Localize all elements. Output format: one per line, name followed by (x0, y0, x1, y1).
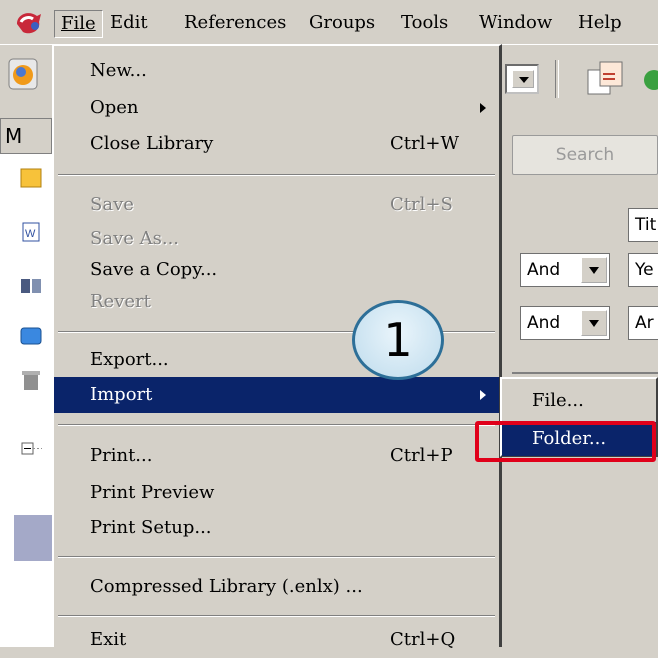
trash-icon[interactable] (20, 370, 42, 390)
search-field-2[interactable]: Ye (628, 253, 658, 287)
copy-references-icon[interactable] (585, 60, 625, 96)
svg-text:W: W (25, 228, 36, 240)
submenu-arrow-icon (480, 390, 486, 400)
submenu-arrow-icon (480, 103, 486, 113)
all-references-icon[interactable] (20, 168, 42, 188)
group-selection-bar (14, 515, 52, 561)
step-callout: 1 (352, 300, 444, 380)
menu-tools[interactable]: Tools (395, 10, 454, 36)
menu-item-open[interactable]: Open (54, 90, 499, 126)
search-operator-3[interactable]: And (520, 306, 610, 340)
menu-item-print-setup[interactable]: Print Setup... (54, 510, 499, 546)
menu-file[interactable]: File (54, 10, 103, 38)
menu-separator (58, 174, 495, 176)
menu-edit[interactable]: Edit (104, 10, 154, 36)
chevron-down-icon[interactable] (512, 70, 534, 88)
tab-my-library[interactable]: M (0, 118, 52, 154)
menu-references[interactable]: References (178, 10, 292, 36)
menu-bar: File Edit References Groups Tools Window… (0, 0, 658, 45)
menu-item-close-library[interactable]: Close Library Ctrl+W (54, 126, 499, 162)
annotation-highlight-box (475, 421, 656, 462)
menu-separator (58, 424, 495, 426)
search-field-3[interactable]: Ar (628, 306, 658, 340)
menu-item-save[interactable]: Save Ctrl+S (54, 187, 499, 223)
search-operator-2[interactable]: And (520, 253, 610, 287)
submenu-item-file[interactable]: File... (502, 384, 656, 418)
search-button[interactable]: Search (512, 135, 658, 175)
menu-groups[interactable]: Groups (303, 10, 381, 36)
group-folder-icon[interactable] (20, 326, 42, 346)
library-icon[interactable] (8, 58, 38, 90)
menu-separator (58, 556, 495, 558)
add-icon[interactable] (640, 68, 658, 92)
menu-item-save-a-copy[interactable]: Save a Copy... (54, 252, 499, 288)
endnote-app-icon[interactable] (15, 10, 43, 36)
toolbar-separator (555, 60, 559, 98)
pane-divider (512, 372, 658, 374)
menu-separator (58, 615, 495, 617)
collapse-icon[interactable] (20, 438, 42, 458)
menu-item-compressed-library[interactable]: Compressed Library (.enlx) ... (54, 569, 499, 605)
menu-item-print[interactable]: Print... Ctrl+P (54, 438, 499, 474)
chevron-down-icon[interactable] (581, 257, 607, 283)
menu-window[interactable]: Window (473, 10, 558, 36)
menu-item-exit[interactable]: Exit Ctrl+Q (54, 622, 499, 658)
menu-item-print-preview[interactable]: Print Preview (54, 475, 499, 511)
unfiled-icon[interactable] (20, 276, 42, 296)
word-document-icon[interactable]: W (20, 222, 42, 242)
style-dropdown[interactable] (505, 64, 539, 94)
menu-item-import[interactable]: Import (54, 377, 499, 413)
menu-item-new[interactable]: New... (54, 53, 499, 89)
menu-help[interactable]: Help (572, 10, 628, 36)
chevron-down-icon[interactable] (581, 310, 607, 336)
search-field-1[interactable]: Tit (628, 208, 658, 242)
